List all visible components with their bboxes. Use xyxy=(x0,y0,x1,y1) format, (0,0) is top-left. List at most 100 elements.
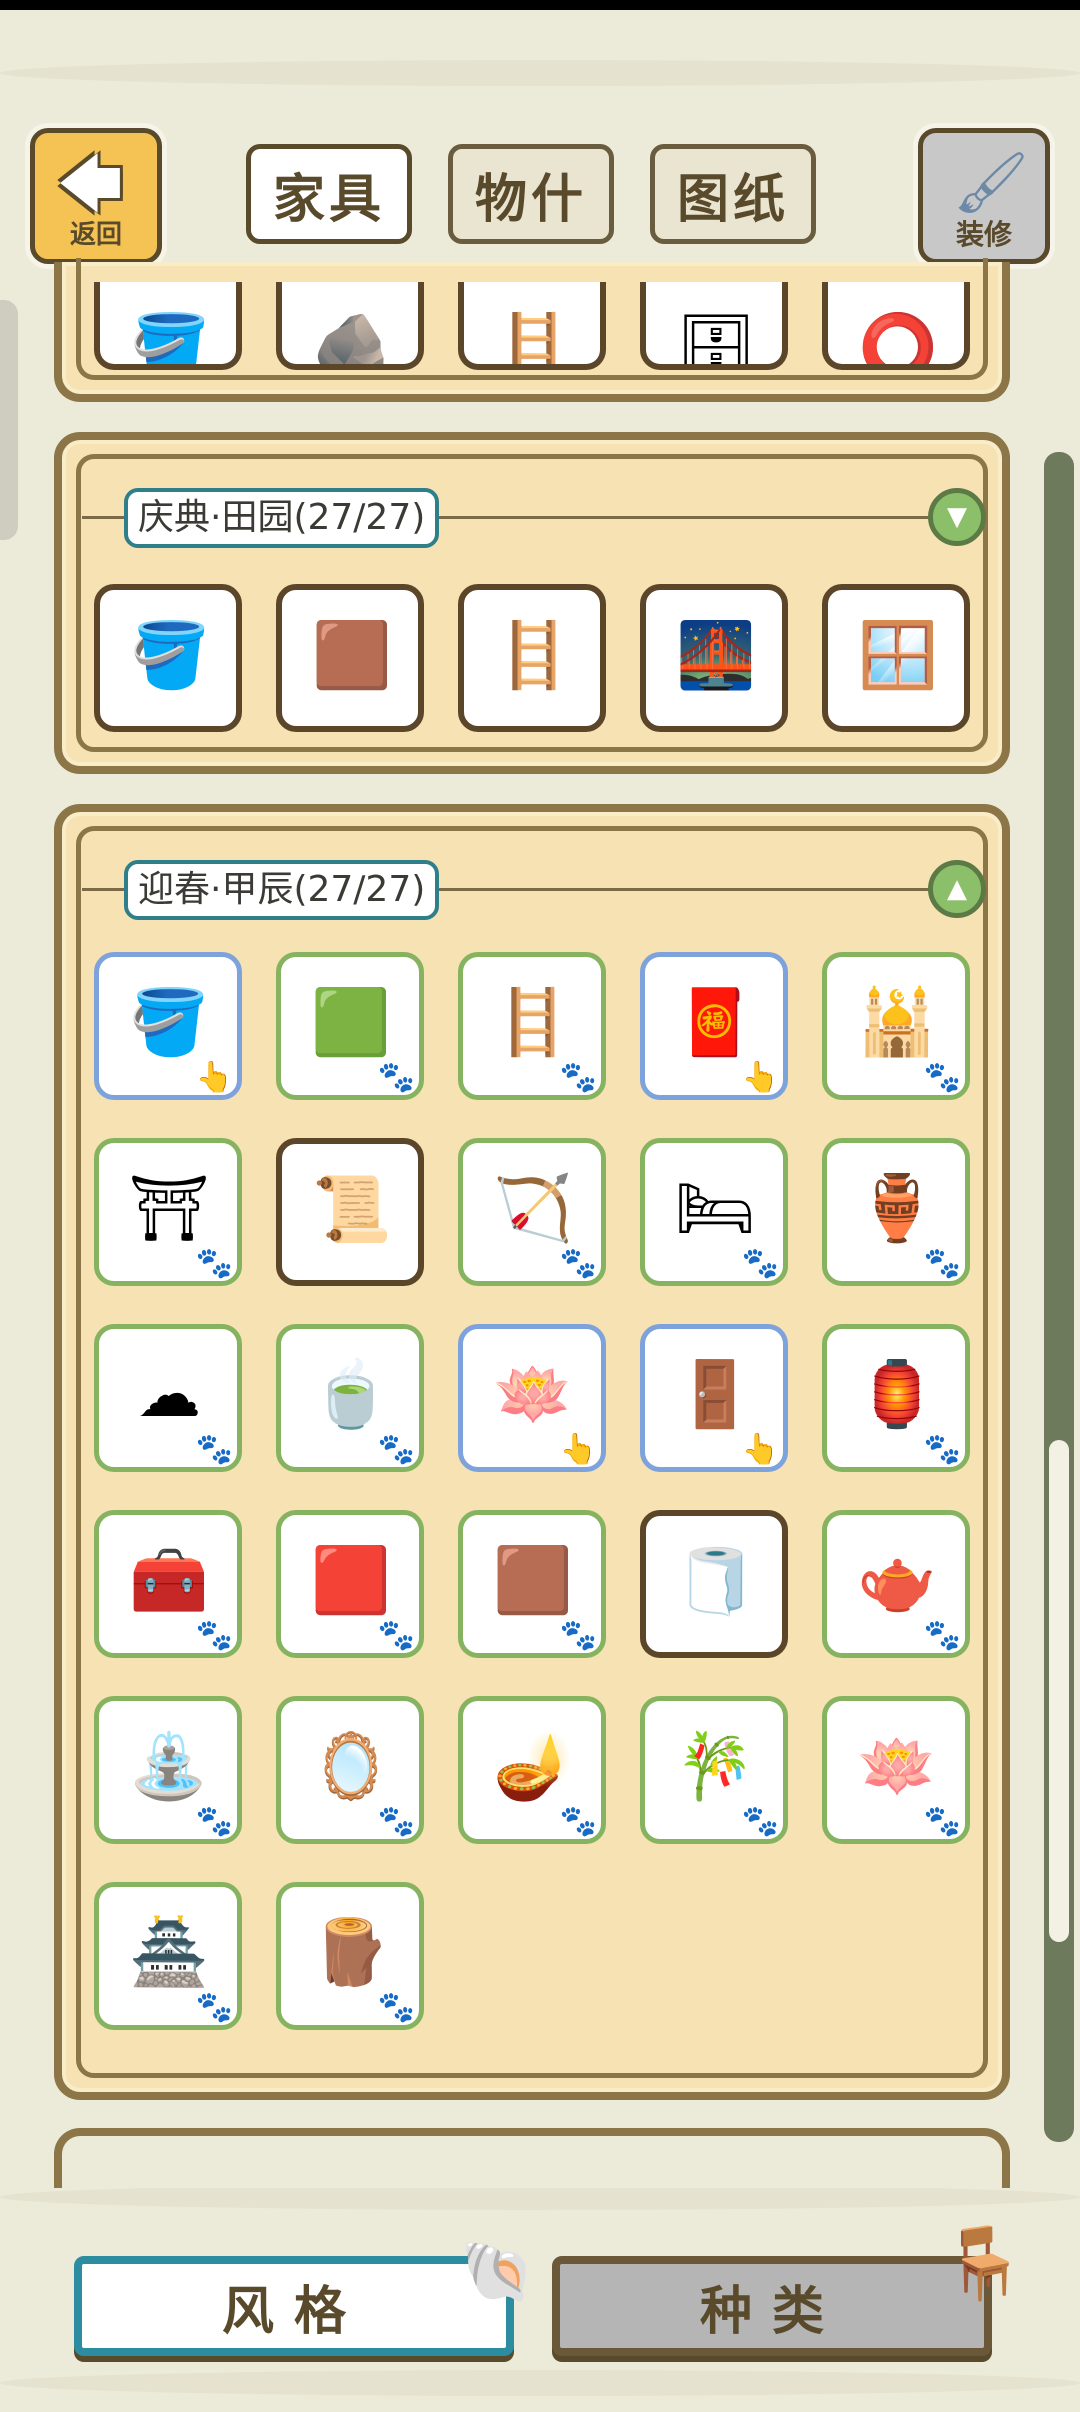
furniture-item-tile[interactable]: 🪔 🐾 xyxy=(458,1696,606,1844)
tab-blueprints-label: 图纸 xyxy=(676,169,789,230)
furniture-item-tile[interactable]: 🟥 🐾 xyxy=(276,1510,424,1658)
bg-wave xyxy=(0,2370,1080,2396)
furniture-item-tile[interactable]: 🛏 🐾 xyxy=(640,1138,788,1286)
expand-toggle-icon[interactable]: ▼ xyxy=(928,488,986,546)
furniture-item-tile[interactable]: 🪞 🐾 xyxy=(276,1696,424,1844)
stairs-icon: 🪜 xyxy=(494,619,574,693)
floor-pond-icon: 🪨 xyxy=(312,311,392,370)
owned-paw-icon: 🐾 xyxy=(377,1618,415,1653)
type-filter-label: 种类 xyxy=(699,2281,844,2342)
furniture-item-tile[interactable]: 🍵 🐾 xyxy=(276,1324,424,1472)
decorate-label: 装修 xyxy=(955,218,1012,251)
furniture-item-tile[interactable]: 🟫 xyxy=(276,584,424,732)
furniture-item-tile[interactable]: 🪜 🐾 xyxy=(458,952,606,1100)
furniture-item-tile[interactable]: 🌉 xyxy=(640,584,788,732)
placed-hand-icon: 👆 xyxy=(195,1060,233,1095)
owned-paw-icon: 🐾 xyxy=(741,1246,779,1281)
furniture-item-tile[interactable]: 🏮 🐾 xyxy=(822,1324,970,1472)
furniture-item-tile[interactable]: 🎋 🐾 xyxy=(640,1696,788,1844)
furniture-item-tile[interactable]: 🏺 🐾 xyxy=(822,1138,970,1286)
owned-paw-icon: 🐾 xyxy=(377,1804,415,1839)
furniture-item-tile[interactable]: 🫖 🐾 xyxy=(822,1510,970,1658)
furniture-item-tile[interactable]: 📜 xyxy=(276,1138,424,1286)
owned-paw-icon: 🐾 xyxy=(741,1804,779,1839)
round-window-icon: ⭕ xyxy=(858,311,938,370)
type-filter-button[interactable]: 种类 xyxy=(552,2256,992,2356)
furniture-item-tile[interactable]: 🧻 xyxy=(640,1510,788,1658)
furniture-item-tile[interactable]: 🏯 🐾 xyxy=(94,1882,242,2030)
owned-paw-icon: 🐾 xyxy=(195,1246,233,1281)
furniture-item-tile[interactable]: 🪣 xyxy=(94,282,242,370)
owned-paw-icon: 🐾 xyxy=(195,1990,233,2025)
furniture-item-tile[interactable]: 🕌 🐾 xyxy=(822,952,970,1100)
owned-paw-icon: 🐾 xyxy=(923,1246,961,1281)
scroll-bundle-icon: 📜 xyxy=(312,1173,392,1247)
furniture-item-tile[interactable]: 🚪 👆 xyxy=(640,1324,788,1472)
owned-paw-icon: 🐾 xyxy=(195,1804,233,1839)
section-title[interactable]: 迎春·甲辰(27/27) xyxy=(124,860,440,920)
owned-paw-icon: 🐾 xyxy=(923,1804,961,1839)
placed-hand-icon: 👆 xyxy=(741,1432,779,1467)
section-panel-next xyxy=(54,2128,1010,2188)
furniture-item-tile[interactable]: 🪷 🐾 xyxy=(822,1696,970,1844)
chair-icon: 🪑 xyxy=(940,2222,1028,2304)
furniture-item-tile[interactable]: 🟩 🐾 xyxy=(276,952,424,1100)
furniture-item-tile[interactable]: ☁ 🐾 xyxy=(94,1324,242,1472)
bg-wave xyxy=(0,60,1080,86)
collapse-toggle-icon[interactable]: ▲ xyxy=(928,860,986,918)
owned-paw-icon: 🐾 xyxy=(923,1432,961,1467)
owned-paw-icon: 🐾 xyxy=(377,1060,415,1095)
tab-items-label: 物什 xyxy=(474,169,587,230)
tab-furniture-label: 家具 xyxy=(272,169,385,230)
owned-paw-icon: 🐾 xyxy=(923,1060,961,1095)
owned-paw-icon: 🐾 xyxy=(195,1618,233,1653)
tab-blueprints[interactable]: 图纸 xyxy=(650,144,816,244)
section-title[interactable]: 庆典·田园(27/27) xyxy=(124,488,440,548)
scrollbar-thumb[interactable] xyxy=(1049,1440,1069,1942)
owned-paw-icon: 🐾 xyxy=(923,1618,961,1653)
decorate-button[interactable]: 🖌 装修 xyxy=(918,128,1050,264)
style-filter-button[interactable]: 风格 xyxy=(74,2256,514,2356)
furniture-item-tile[interactable]: 🏹 🐾 xyxy=(458,1138,606,1286)
furniture-item-tile[interactable]: 🪜 xyxy=(458,584,606,732)
back-arrow-icon: 🡄 xyxy=(57,148,124,222)
owned-paw-icon: 🐾 xyxy=(559,1060,597,1095)
placed-hand-icon: 👆 xyxy=(559,1432,597,1467)
furniture-item-tile[interactable]: 🪷 👆 xyxy=(458,1324,606,1472)
floor-mat-icon: 🟫 xyxy=(312,619,392,693)
furniture-item-tile[interactable]: 🪟 xyxy=(822,584,970,732)
furniture-item-tile[interactable]: 🧧 👆 xyxy=(640,952,788,1100)
furniture-item-tile[interactable]: ⭕ xyxy=(822,282,970,370)
furniture-item-tile[interactable]: 🗄 xyxy=(640,282,788,370)
rolled-rug-icon: 🧻 xyxy=(676,1545,756,1619)
furniture-item-tile[interactable]: 🟫 🐾 xyxy=(458,1510,606,1658)
back-label: 返回 xyxy=(69,220,122,250)
status-bar xyxy=(0,0,1080,10)
side-drawer-handle[interactable] xyxy=(0,300,18,540)
style-filter-label: 风格 xyxy=(221,2281,366,2342)
furniture-item-tile[interactable]: 🧰 🐾 xyxy=(94,1510,242,1658)
owned-paw-icon: 🐾 xyxy=(377,1432,415,1467)
owned-paw-icon: 🐾 xyxy=(377,1990,415,2025)
tab-items[interactable]: 物什 xyxy=(448,144,614,244)
wall-bucket-icon: 🪣 xyxy=(130,619,210,693)
furniture-item-tile[interactable]: ⛩ 🐾 xyxy=(94,1138,242,1286)
furniture-item-tile[interactable]: 🪨 xyxy=(276,282,424,370)
wall-bucket-icon: 🪣 xyxy=(130,311,210,370)
owned-paw-icon: 🐾 xyxy=(559,1618,597,1653)
tab-furniture[interactable]: 家具 xyxy=(246,144,412,244)
furniture-item-tile[interactable]: 🪜 xyxy=(458,282,606,370)
placed-hand-icon: 👆 xyxy=(741,1060,779,1095)
cabinet-icon: 🗄 xyxy=(675,311,757,370)
green-window-icon: 🪟 xyxy=(858,619,938,693)
back-button[interactable]: 🡄 返回 xyxy=(30,128,162,264)
furniture-item-tile[interactable]: 🪵 🐾 xyxy=(276,1882,424,2030)
shell-icon: 🐚 xyxy=(460,2237,535,2307)
furniture-item-tile[interactable]: ⛲ 🐾 xyxy=(94,1696,242,1844)
owned-paw-icon: 🐾 xyxy=(559,1246,597,1281)
furniture-item-tile[interactable]: 🪣 👆 xyxy=(94,952,242,1100)
ladder-icon: 🪜 xyxy=(494,311,574,370)
furniture-item-tile[interactable]: 🪣 xyxy=(94,584,242,732)
owned-paw-icon: 🐾 xyxy=(195,1432,233,1467)
paint-brush-icon: 🖌 xyxy=(953,148,1030,218)
